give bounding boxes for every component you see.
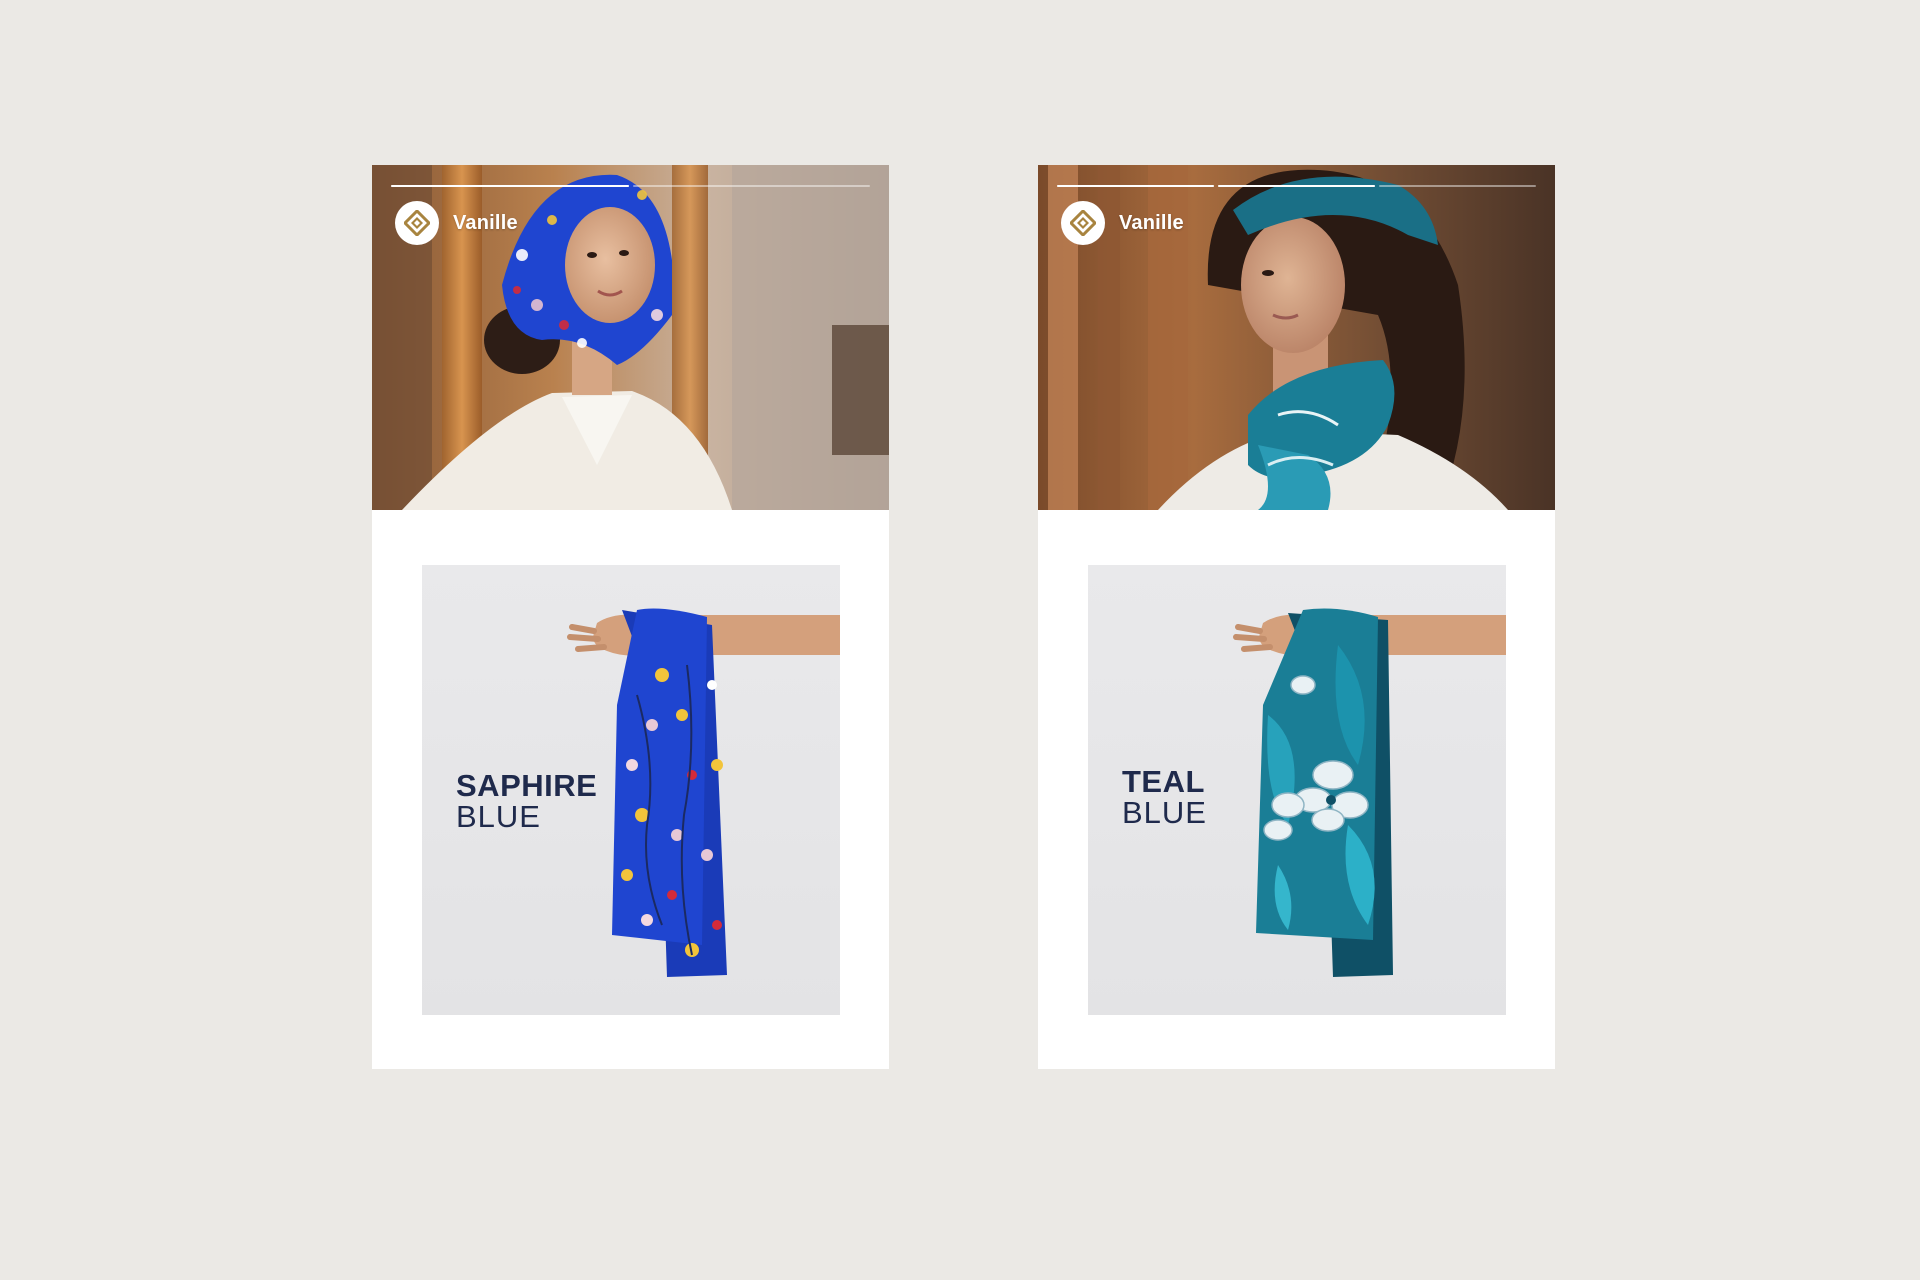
color-title-line1: SAPHIRE	[456, 768, 598, 803]
story-progress-bar	[391, 185, 870, 187]
hero-photo: Vanille	[1038, 165, 1555, 510]
color-title: SAPHIRE BLUE	[456, 770, 597, 832]
brand-name: Vanille	[1119, 211, 1184, 234]
story-card-teal[interactable]: Vanille TEAL BLUE	[1038, 165, 1555, 1069]
product-panel: TEAL BLUE	[1088, 565, 1506, 1015]
story-progress-segment	[632, 185, 870, 187]
brand-header[interactable]: Vanille	[395, 201, 518, 245]
story-progress-bar	[1057, 185, 1536, 187]
color-title-line1: TEAL	[1122, 764, 1205, 799]
brand-name: Vanille	[453, 211, 518, 234]
color-title-line2: BLUE	[456, 799, 541, 834]
story-progress-segment	[1218, 185, 1375, 187]
story-progress-segment	[391, 185, 629, 187]
story-progress-segment	[1057, 185, 1214, 187]
color-title: TEAL BLUE	[1122, 766, 1207, 828]
hero-photo: Vanille	[372, 165, 889, 510]
product-panel: SAPHIRE BLUE	[422, 565, 840, 1015]
brand-header[interactable]: Vanille	[1061, 201, 1184, 245]
story-card-saphire[interactable]: Vanille SAPHIRE BLUE	[372, 165, 889, 1069]
diamond-logo-icon	[395, 201, 439, 245]
diamond-logo-icon	[1061, 201, 1105, 245]
story-progress-segment	[1379, 185, 1536, 187]
color-title-line2: BLUE	[1122, 795, 1207, 830]
